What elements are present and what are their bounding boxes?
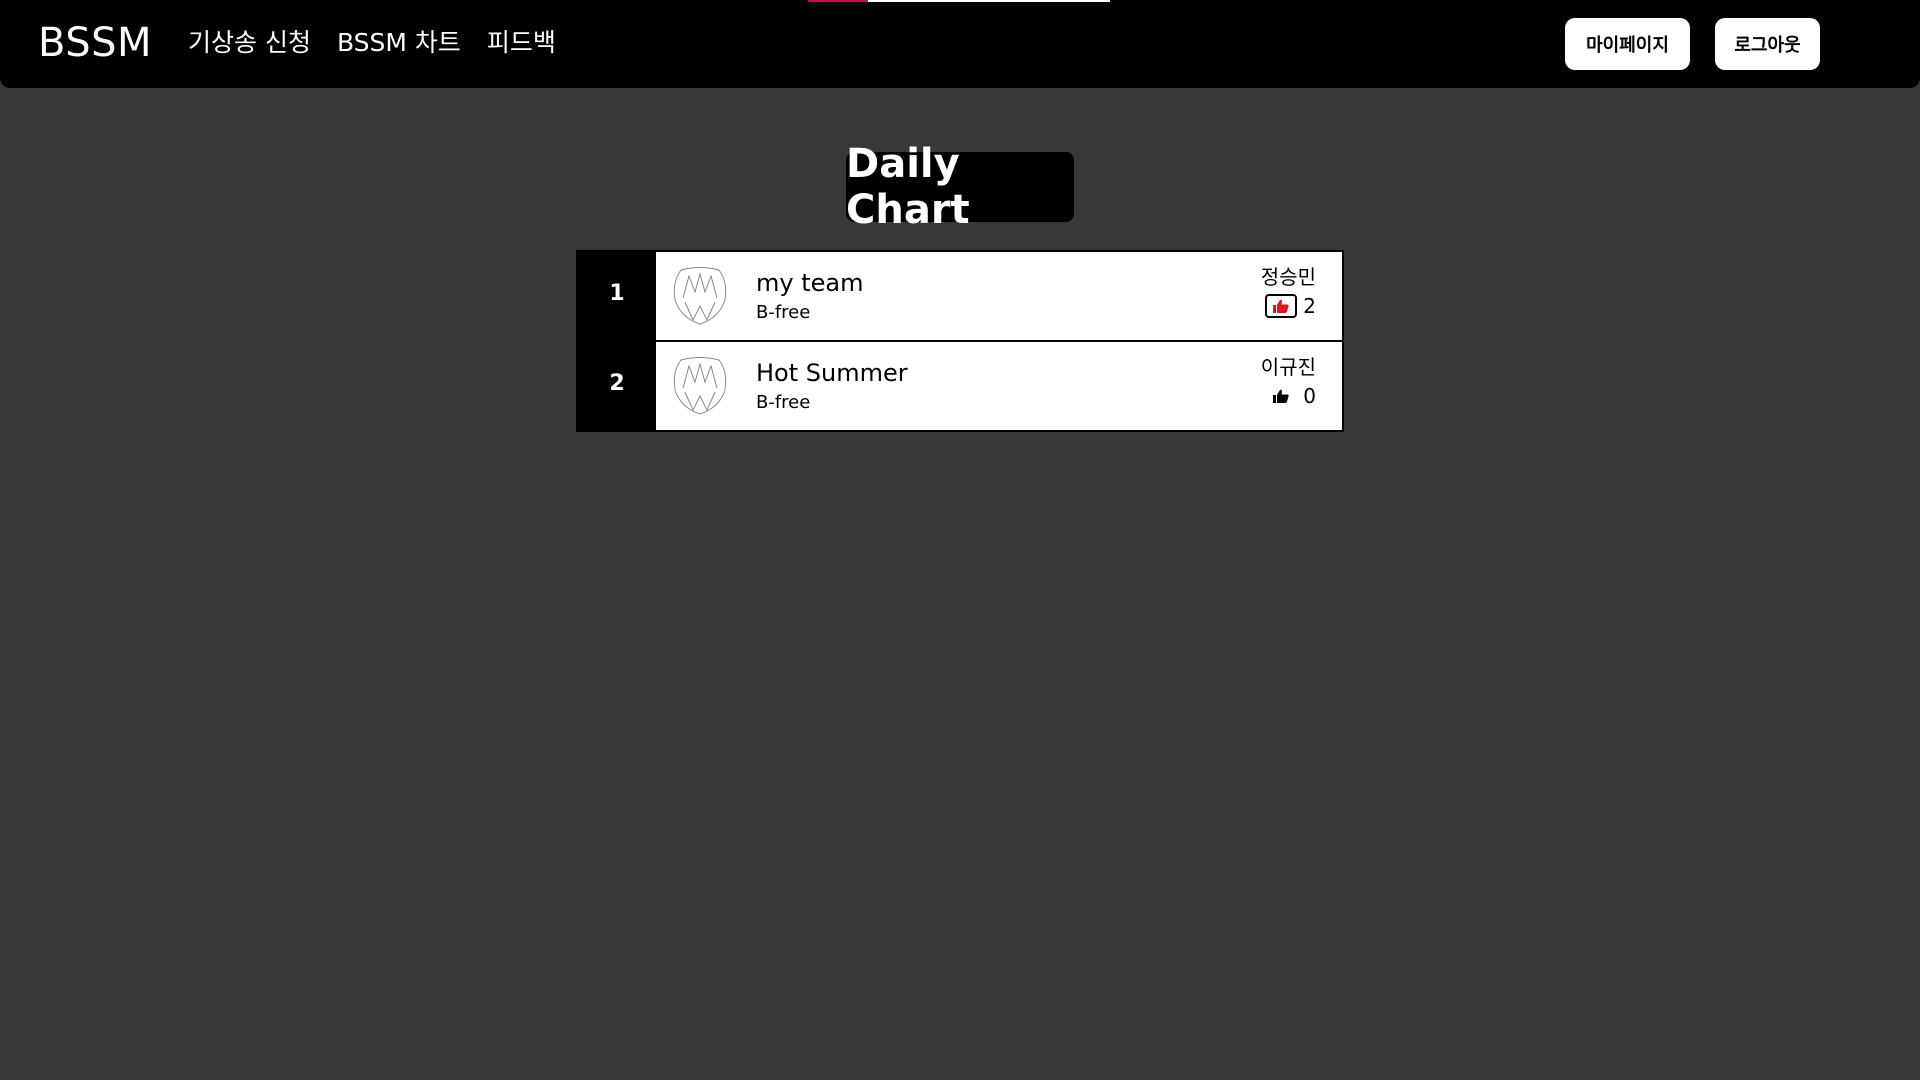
requester-name: 정승민 <box>1260 265 1316 289</box>
like-button[interactable] <box>1265 384 1297 408</box>
like-count: 0 <box>1303 384 1316 408</box>
bfree-logo-icon <box>673 357 727 415</box>
song-artist: B-free <box>756 302 811 323</box>
loading-progress-bar <box>808 0 1110 2</box>
like-button[interactable] <box>1265 294 1298 318</box>
chart-list: 1 my team B-free 정승민 2 2 Hot Summer B-fr… <box>576 250 1344 432</box>
song-title: Hot Summer <box>756 359 908 387</box>
like-group: 0 <box>1265 384 1316 408</box>
song-artist: B-free <box>756 392 811 413</box>
mypage-button[interactable]: 마이페이지 <box>1565 18 1690 70</box>
like-count: 2 <box>1303 294 1316 318</box>
thumbs-up-icon <box>1273 299 1289 313</box>
nav-link-feedback[interactable]: 피드백 <box>487 27 556 59</box>
requester-name: 이규진 <box>1260 355 1316 379</box>
like-group: 2 <box>1265 294 1316 318</box>
thumbs-up-icon <box>1273 389 1289 403</box>
chart-row[interactable]: 1 my team B-free 정승민 2 <box>578 252 1342 340</box>
loading-progress-fill <box>808 0 869 2</box>
chart-row[interactable]: 2 Hot Summer B-free 이규진 0 <box>578 342 1342 430</box>
song-title: my team <box>756 269 864 297</box>
bfree-logo-icon <box>673 267 727 325</box>
logout-button[interactable]: 로그아웃 <box>1715 18 1820 70</box>
rank-number: 2 <box>578 342 656 430</box>
nav-link-song-request[interactable]: 기상송 신청 <box>188 27 311 59</box>
rank-number: 1 <box>578 252 656 340</box>
brand-logo[interactable]: BSSM <box>38 19 152 67</box>
top-navbar: BSSM 기상송 신청 BSSM 차트 피드백 마이페이지 로그아웃 <box>0 0 1920 88</box>
nav-link-chart[interactable]: BSSM 차트 <box>337 27 461 59</box>
page-title: Daily Chart <box>846 141 1074 233</box>
nav-links: 기상송 신청 BSSM 차트 피드백 <box>188 27 556 59</box>
